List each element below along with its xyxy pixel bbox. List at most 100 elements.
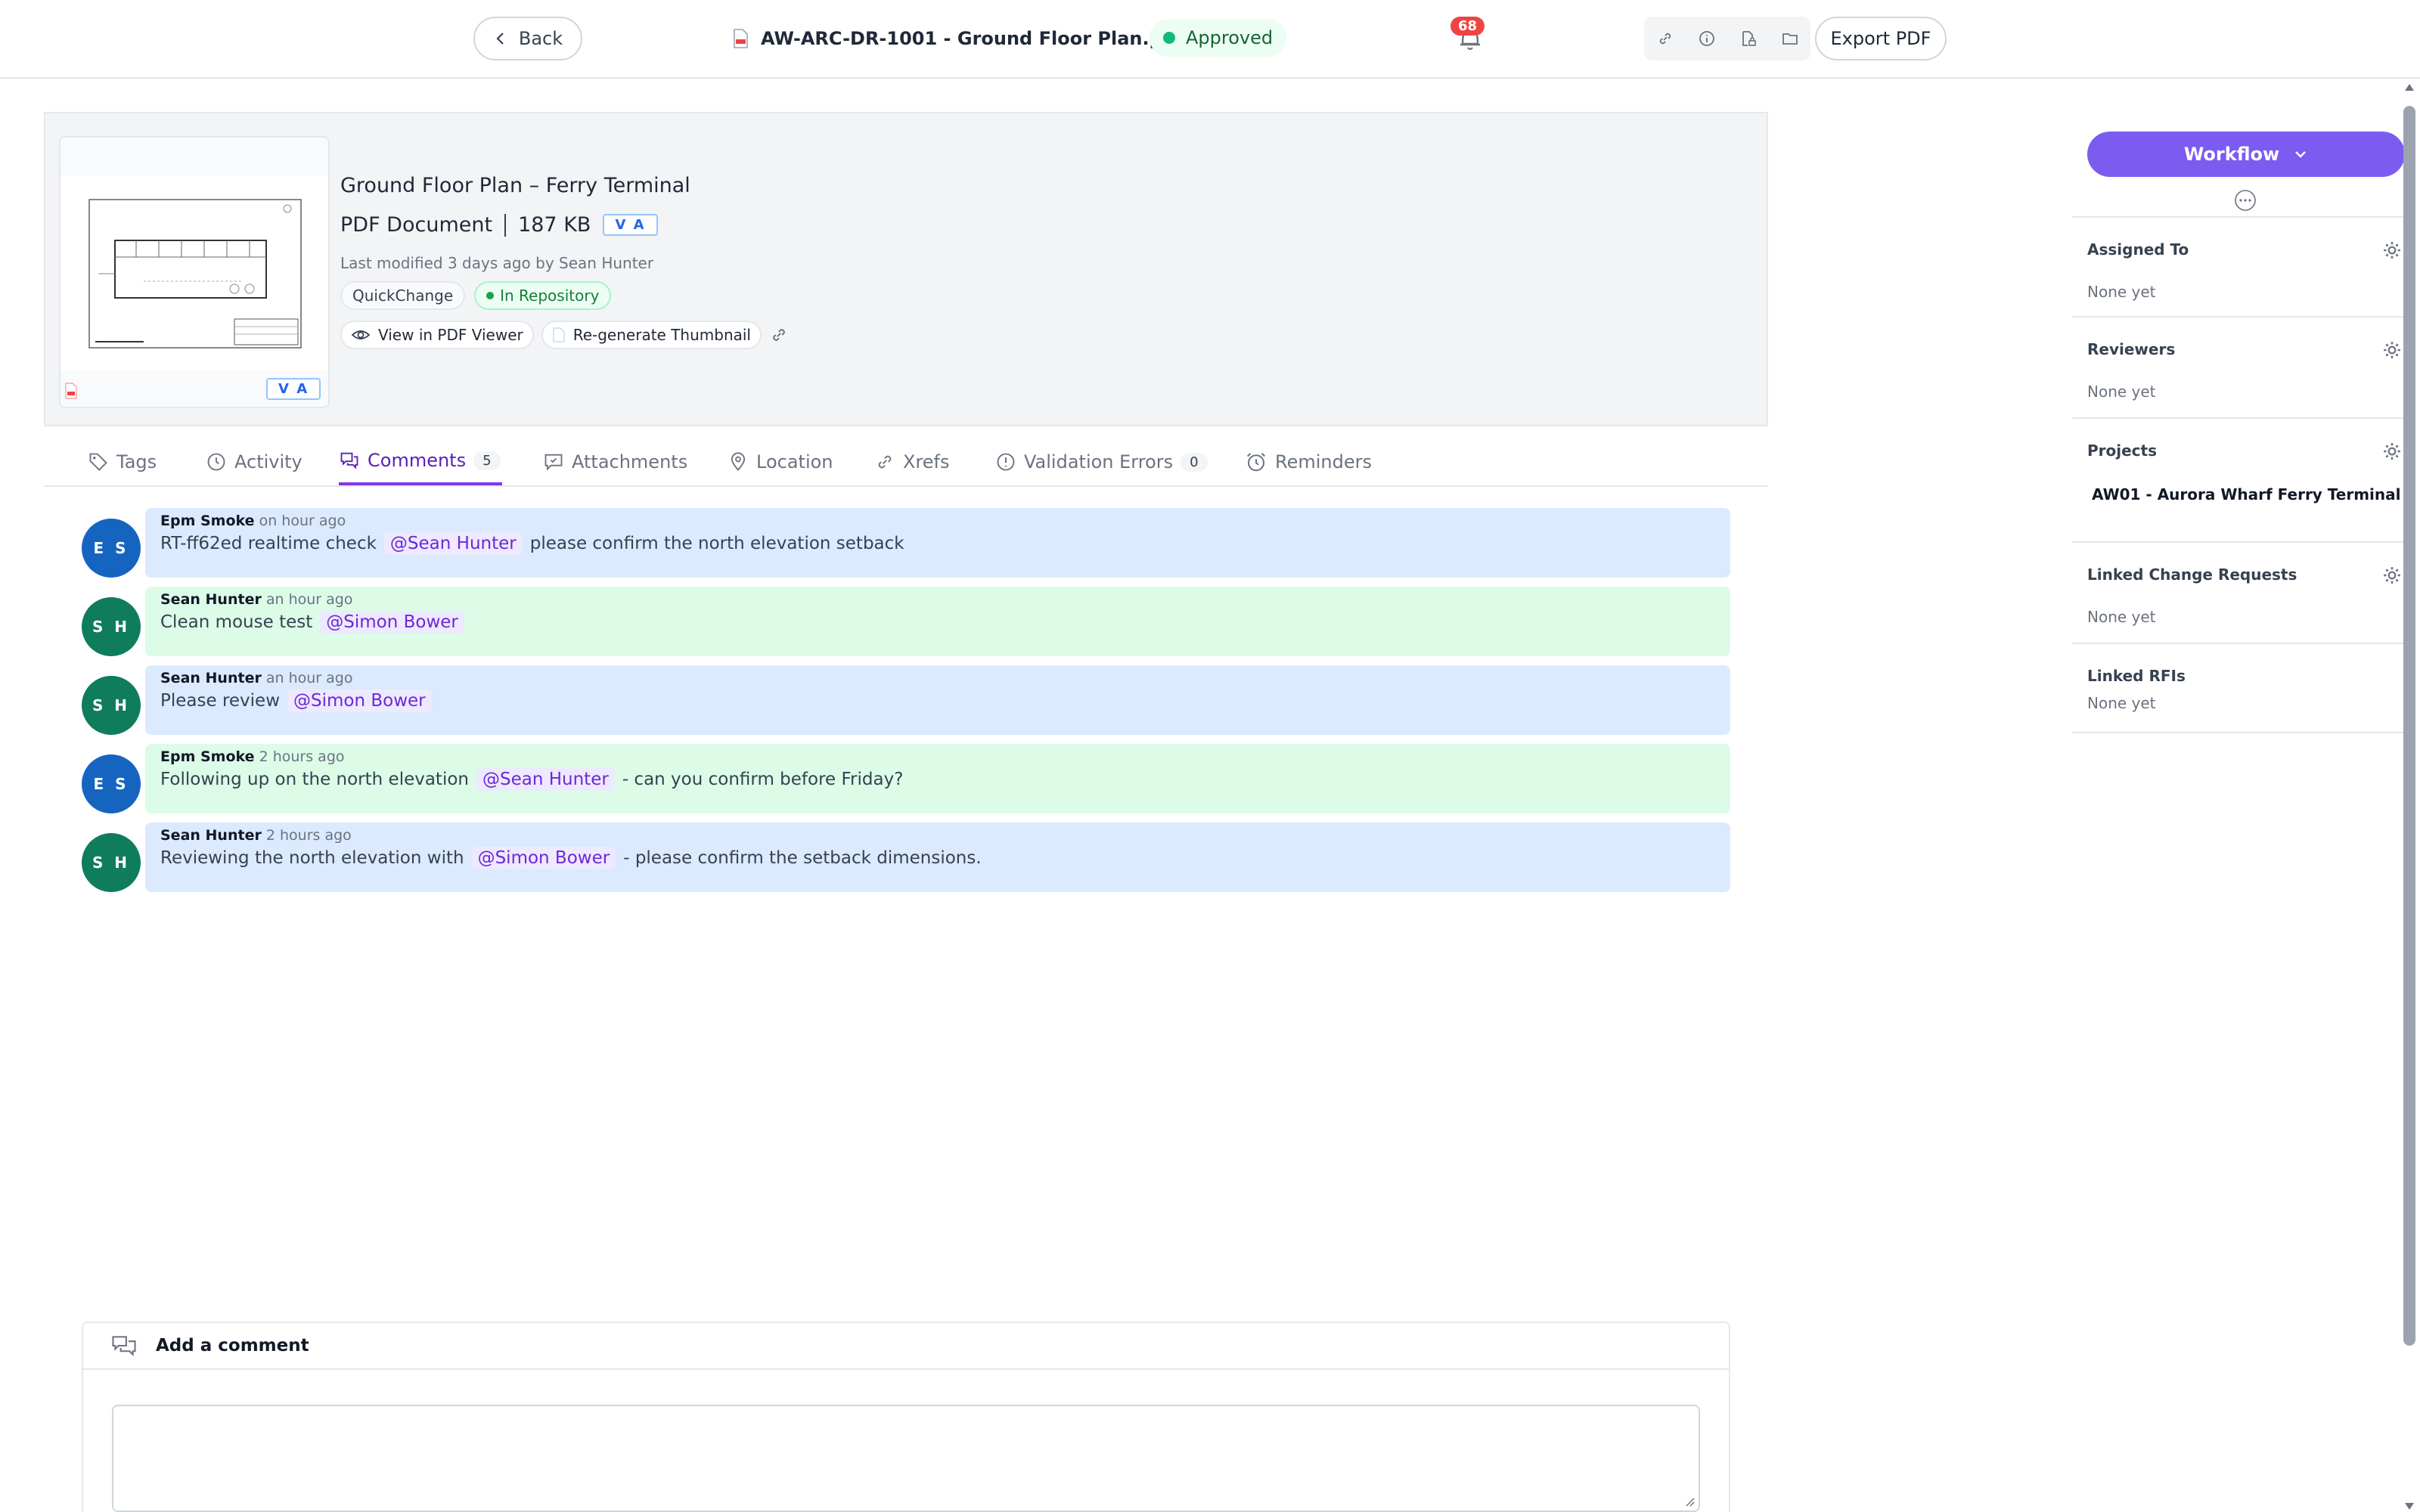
link-icon[interactable]: [1654, 27, 1677, 50]
section-title: Reviewers: [2087, 340, 2176, 358]
floor-plan-drawing-icon: [88, 199, 302, 349]
export-pdf-button[interactable]: Export PDF: [1815, 17, 1947, 60]
add-comment-panel: Add a comment: [82, 1321, 1730, 1512]
drawing-thumbnail[interactable]: [60, 175, 328, 370]
comment-time: 2 hours ago: [265, 827, 352, 844]
tab-label: Comments: [368, 450, 467, 471]
linked-rfis-section: Linked RFIs None yet: [2072, 643, 2405, 733]
tab-xrefs[interactable]: Xrefs: [874, 438, 950, 485]
comment-text: Clean mouse test: [160, 612, 313, 632]
comment-time: an hour ago: [265, 591, 353, 608]
comment-text-after: - can you confirm before Friday?: [622, 770, 904, 789]
comment-header: Epm Smoke 2 hours ago: [160, 748, 1715, 765]
chevron-down-icon: [2295, 151, 2307, 158]
document-size: 187 KB: [518, 213, 591, 237]
pdf-small-icon: [65, 383, 77, 399]
comment-body: Clean mouse test @Simon Bower: [160, 611, 1715, 634]
comment-bubble: Sean Hunter 2 hours ago Reviewing the no…: [145, 823, 1730, 892]
mention-link[interactable]: @Simon Bower: [320, 611, 464, 634]
avatar: S H: [82, 833, 141, 892]
comment-author: Sean Hunter: [160, 670, 262, 686]
scroll-up-icon[interactable]: [2403, 82, 2415, 92]
workflow-button[interactable]: Workflow: [2087, 132, 2405, 177]
comment-item: S H Sean Hunter 2 hours ago Reviewing th…: [82, 823, 1730, 892]
comment-textarea[interactable]: [112, 1405, 1700, 1512]
comments-count: 5: [473, 451, 501, 470]
gear-icon[interactable]: [2382, 565, 2402, 585]
repository-chip: In Repository: [474, 281, 612, 310]
info-icon[interactable]: [1696, 27, 1718, 50]
tab-bar: Tags Activity Comments 5 Attachments Loc…: [44, 438, 1768, 487]
add-comment-label: Add a comment: [156, 1336, 309, 1356]
comment-bubble: Sean Hunter an hour ago Please review @Si…: [145, 665, 1730, 735]
tab-activity[interactable]: Activity: [206, 438, 302, 485]
tab-attachments[interactable]: Attachments: [543, 438, 687, 485]
xref-link-icon: [878, 455, 892, 469]
more-options-icon[interactable]: [2234, 189, 2257, 212]
eye-icon: [351, 330, 371, 339]
tab-label: Attachments: [572, 451, 688, 472]
gear-icon[interactable]: [2382, 442, 2402, 461]
section-value: None yet: [2087, 608, 2156, 626]
avatar: E S: [82, 754, 141, 813]
status-badge[interactable]: Approved: [1150, 19, 1287, 57]
last-modified: Last modified 3 days ago by Sean Hunter: [340, 254, 654, 272]
comment-item: E S Epm Smoke 2 hours ago Following up o…: [82, 744, 1730, 813]
scroll-down-icon[interactable]: [2403, 1501, 2415, 1512]
tab-label: Tags: [116, 451, 157, 472]
quickchange-chip: QuickChange: [340, 281, 466, 310]
tab-validation-errors[interactable]: Validation Errors 0: [995, 438, 1208, 485]
comment-time: an hour ago: [265, 670, 353, 686]
chevron-left-icon: [496, 33, 504, 45]
add-comment-header: Add a comment: [83, 1323, 1729, 1370]
comment-body: RT-ff62ed realtime check @Sean Hunter plea…: [160, 532, 1715, 555]
version-badge: V A: [603, 214, 658, 236]
comment-body: Reviewing the north elevation with @Simon…: [160, 847, 1715, 869]
resize-handle-icon[interactable]: [1683, 1495, 1696, 1507]
folder-icon[interactable]: [1779, 27, 1801, 50]
comment-item: S H Sean Hunter an hour ago Please revie…: [82, 665, 1730, 735]
tab-tags[interactable]: Tags: [88, 438, 157, 485]
project-link[interactable]: AW01 - Aurora Wharf Ferry Terminal: [2092, 485, 2401, 503]
section-title: Assigned To: [2087, 240, 2189, 259]
comment-header: Epm Smoke on hour ago: [160, 513, 1715, 529]
comment-body: Following up on the north elevation @Sean…: [160, 768, 1715, 791]
tab-location[interactable]: Location: [728, 438, 833, 485]
comment-item: E S Epm Smoke on hour ago RT-ff62ed real…: [82, 508, 1730, 578]
comment-bubble: Epm Smoke 2 hours ago Following up on th…: [145, 744, 1730, 813]
document-chips: QuickChange In Repository: [340, 281, 612, 310]
mention-link[interactable]: @Sean Hunter: [383, 532, 523, 555]
regenerate-thumbnail-button[interactable]: Re-generate Thumbnail: [541, 321, 762, 349]
file-lock-icon[interactable]: [1737, 27, 1760, 50]
copy-link-icon[interactable]: [769, 325, 789, 345]
gear-icon[interactable]: [2382, 240, 2402, 260]
file-name: AW-ARC-DR-1001 - Ground Floor Plan.pdf: [761, 28, 1184, 49]
section-value: None yet: [2087, 283, 2156, 301]
scroll-thumb[interactable]: [2403, 106, 2415, 1346]
mention-link[interactable]: @Simon Bower: [471, 847, 616, 869]
comment-text-after: please confirm the north elevation setba…: [529, 534, 904, 553]
section-title: Linked Change Requests: [2087, 565, 2297, 584]
comment-text: Reviewing the north elevation with: [160, 848, 464, 868]
meta-divider: [504, 213, 507, 237]
status-dot: [1163, 32, 1175, 44]
tab-reminders[interactable]: Reminders: [1245, 438, 1372, 485]
comment-body: Please review @Simon Bower: [160, 689, 1715, 712]
tab-label: Validation Errors: [1024, 451, 1174, 472]
section-value: None yet: [2087, 383, 2156, 401]
tab-comments[interactable]: Comments 5: [339, 438, 502, 485]
comment-time: 2 hours ago: [259, 748, 345, 765]
comment-author: Sean Hunter: [160, 591, 262, 608]
gear-icon[interactable]: [2382, 340, 2402, 360]
comment-bubble-icon: [112, 1336, 136, 1357]
avatar: E S: [82, 519, 141, 578]
comment-header: Sean Hunter an hour ago: [160, 670, 1715, 686]
view-pdf-button[interactable]: View in PDF Viewer: [340, 321, 534, 349]
projects-section: Projects AW01 - Aurora Wharf Ferry Termi…: [2072, 417, 2405, 543]
mention-link[interactable]: @Sean Hunter: [476, 768, 615, 791]
reviewers-section: Reviewers None yet: [2072, 316, 2405, 419]
comment-text: Following up on the north elevation: [160, 770, 469, 789]
back-button[interactable]: Back: [473, 17, 582, 60]
mention-link[interactable]: @Simon Bower: [287, 689, 432, 712]
comment-bubble: Sean Hunter an hour ago Clean mouse test…: [145, 587, 1730, 656]
